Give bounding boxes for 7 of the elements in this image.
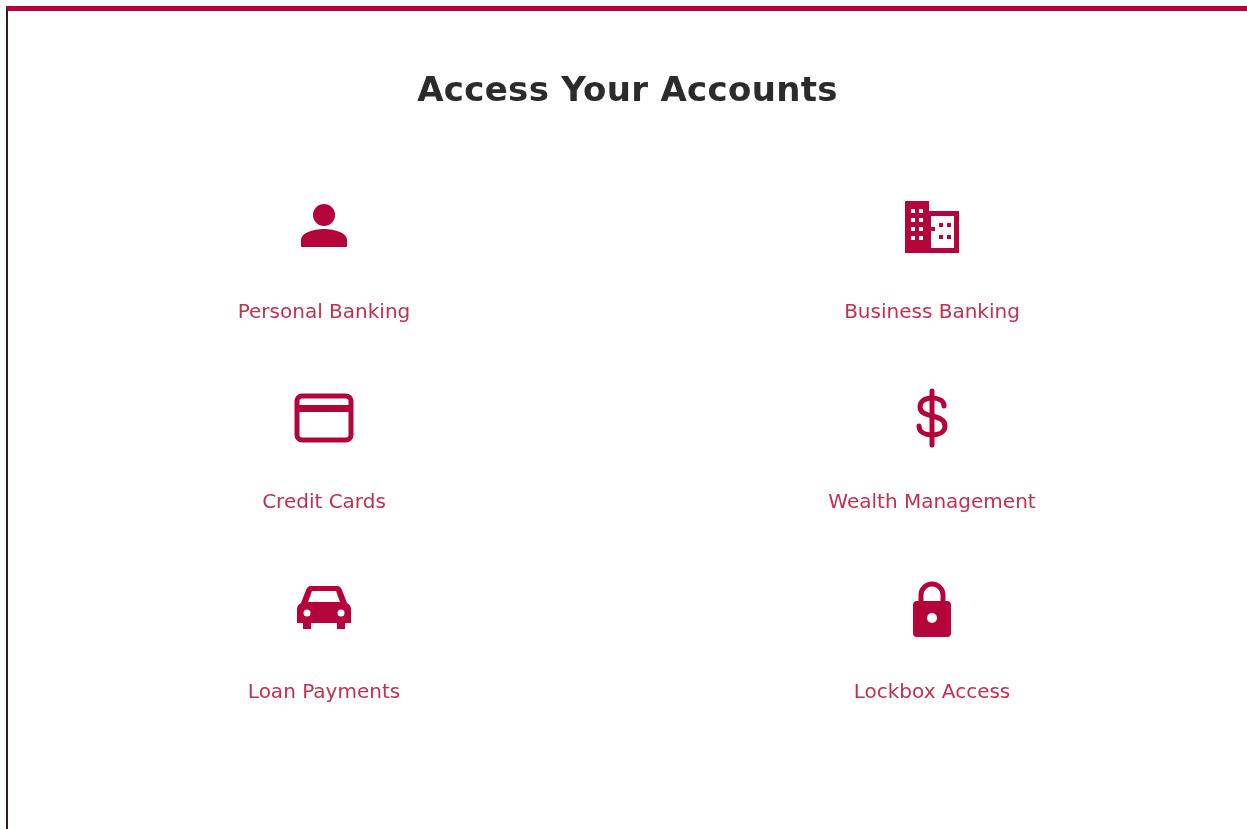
account-link[interactable]: Credit Cards <box>262 489 386 513</box>
account-link[interactable]: Lockbox Access <box>853 679 1011 703</box>
account-link[interactable]: Wealth Management <box>828 489 1036 513</box>
page-heading: Access Your Accounts <box>416 68 839 109</box>
account-link[interactable]: Loan Payments <box>247 679 401 703</box>
account-link[interactable]: Business Banking <box>844 299 1020 323</box>
account-link[interactable]: Personal Banking <box>237 299 411 323</box>
